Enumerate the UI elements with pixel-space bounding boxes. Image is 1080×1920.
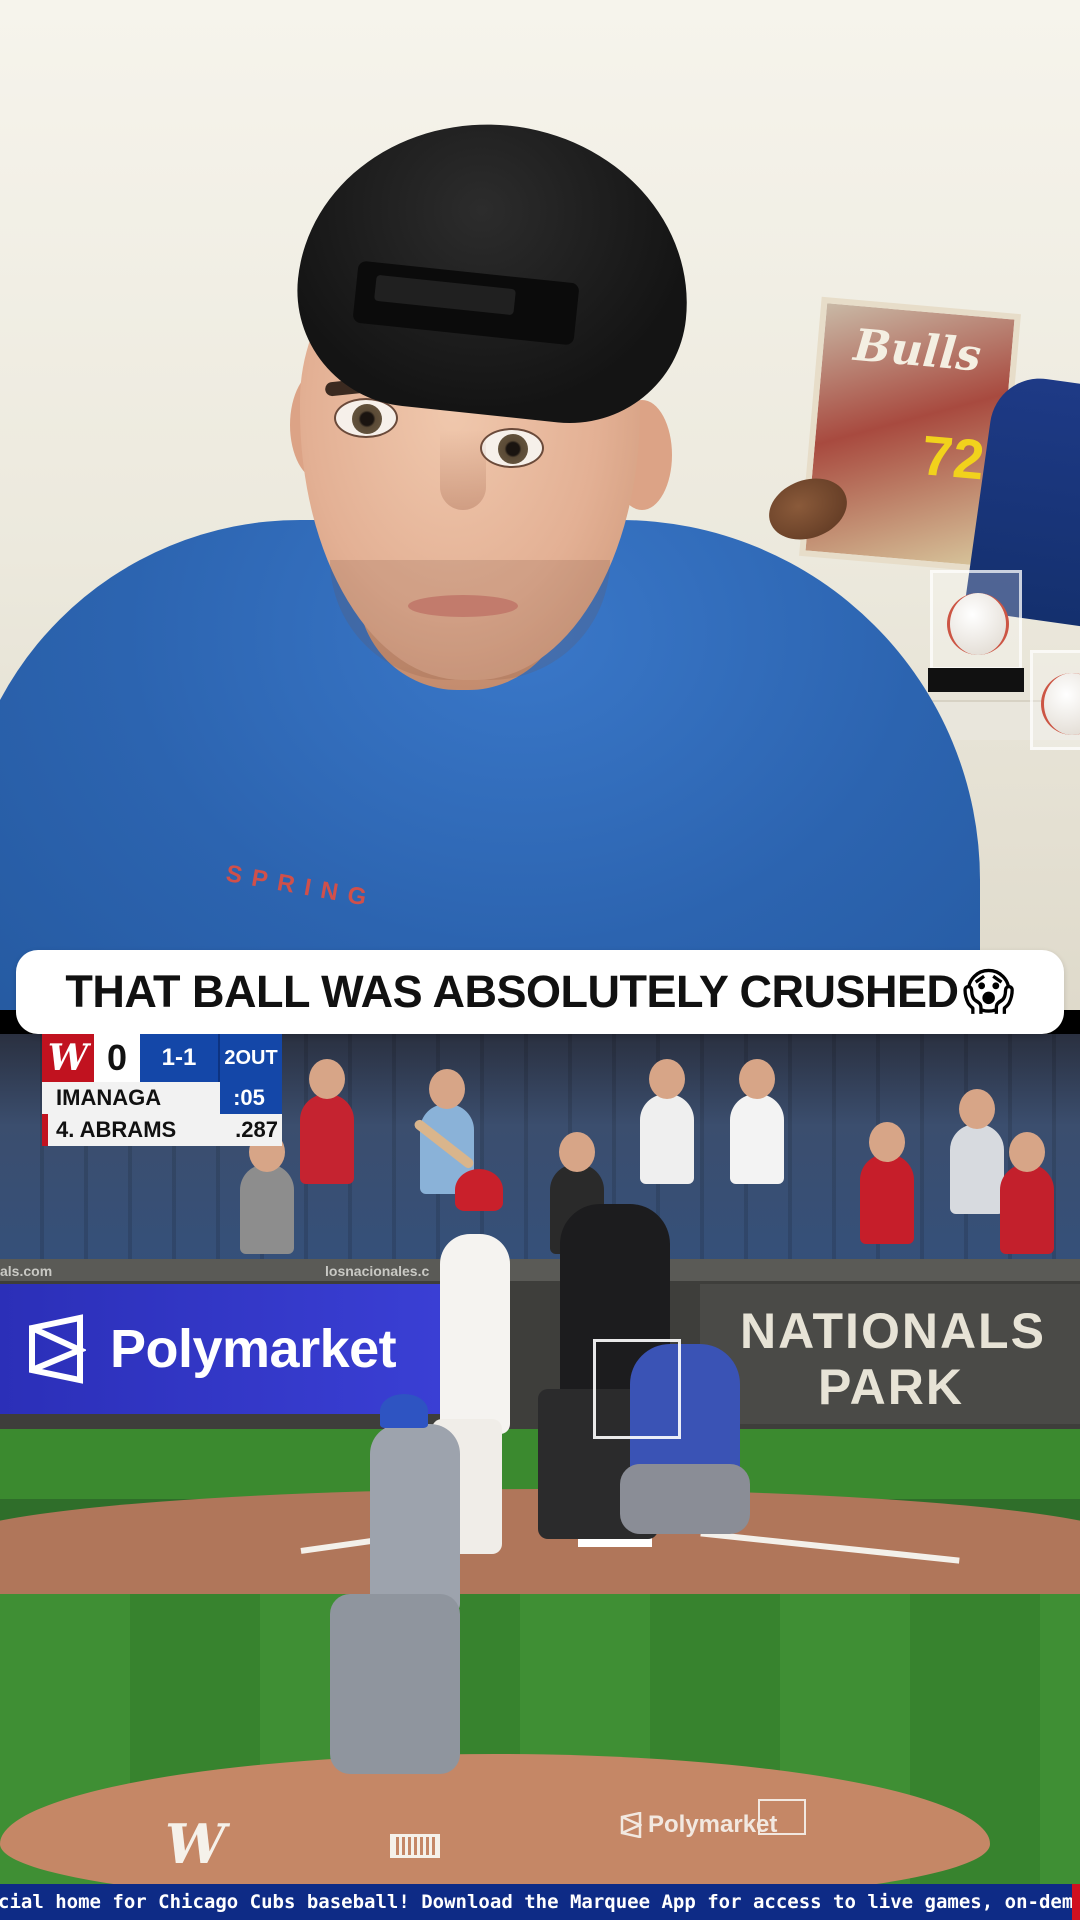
fan-head: [739, 1059, 775, 1099]
pitcher-cap: [380, 1394, 428, 1428]
fan-head: [429, 1069, 465, 1109]
nationals-park-sign: NATIONALS PARK: [700, 1284, 1080, 1424]
fan-head: [309, 1059, 345, 1099]
fan: [950, 1124, 1004, 1214]
scorebug: W 0 1-1 2OUT IMANAGA :05 4. ABRAMS .287: [42, 1034, 282, 1146]
batter-average: .287: [235, 1117, 278, 1142]
fan: [860, 1154, 914, 1244]
fan: [1000, 1164, 1054, 1254]
scream-emoji-icon: 😱: [962, 964, 1015, 1020]
fan: [240, 1164, 294, 1254]
nationals-logo-icon: W: [42, 1034, 94, 1082]
wall-text-mid: losnacionales.c: [325, 1263, 430, 1279]
caption-bubble: THAT BALL WAS ABSOLUTELY CRUSHED 😱: [16, 950, 1064, 1034]
batter-row: 4. ABRAMS .287: [42, 1114, 282, 1146]
marquee-ticker: cial home for Chicago Cubs baseball! Dow…: [0, 1884, 1080, 1920]
catcher-legs: [620, 1464, 750, 1534]
pitcher-name: IMANAGA: [56, 1085, 162, 1110]
fan-head: [1009, 1132, 1045, 1172]
mouth: [408, 595, 518, 617]
reaction-video-area: Bulls 72 SPRING: [0, 0, 1080, 1010]
baseball-broadcast: als.com losnacionales.c Polymarket NATIO…: [0, 1034, 1080, 1884]
mound-nationals-logo: W: [165, 1812, 226, 1876]
left-iris: [352, 404, 382, 434]
fan-head: [649, 1059, 685, 1099]
fan-head: [869, 1122, 905, 1162]
fan-head: [559, 1132, 595, 1172]
pitching-rubber: [390, 1834, 440, 1858]
ticker-end-marker: [1072, 1884, 1080, 1920]
ad-sponsor-text: Polymarket: [110, 1319, 397, 1379]
polymarket-ad-board: Polymarket: [0, 1284, 440, 1414]
right-iris: [498, 434, 528, 464]
pitch-clock: :05: [220, 1082, 282, 1114]
scorebug-top-row: W 0 1-1 2OUT: [42, 1034, 282, 1082]
pitcher-row: IMANAGA :05: [42, 1082, 282, 1114]
park-sign-line2: PARK: [818, 1359, 964, 1415]
fan: [300, 1094, 354, 1184]
batter-helmet: [455, 1169, 503, 1211]
polymarket-small-logo-icon: [620, 1812, 642, 1838]
outs-indicator: 2OUT: [218, 1034, 282, 1082]
wall-top-rail: [0, 1259, 1080, 1281]
team-score: 0: [94, 1034, 140, 1082]
fan: [640, 1094, 694, 1184]
fan-head: [959, 1089, 995, 1129]
park-sign-line1: NATIONALS: [740, 1303, 1046, 1359]
mlb-logo-icon: [758, 1799, 806, 1835]
caption-text: THAT BALL WAS ABSOLUTELY CRUSHED: [65, 966, 959, 1017]
right-eye: [480, 428, 544, 468]
batter-name: 4. ABRAMS: [56, 1117, 177, 1142]
fan: [730, 1094, 784, 1184]
ball-strike-count: 1-1: [140, 1034, 218, 1082]
reaction-person: SPRING: [0, 0, 1080, 1010]
pitch-target-box: [593, 1339, 681, 1439]
wall-text-left: als.com: [0, 1263, 53, 1279]
polymarket-logo-icon: [29, 1314, 86, 1384]
batter-team-marker: [42, 1114, 48, 1146]
ticker-text: cial home for Chicago Cubs baseball! Dow…: [0, 1891, 1080, 1913]
batter: [440, 1234, 510, 1434]
pitcher-legs: [330, 1594, 460, 1774]
nose: [440, 430, 486, 510]
mound-sponsor: Polymarket: [620, 1811, 777, 1839]
pitcher: [370, 1424, 460, 1614]
backwards-cap: [285, 105, 705, 435]
left-eye: [334, 398, 398, 438]
